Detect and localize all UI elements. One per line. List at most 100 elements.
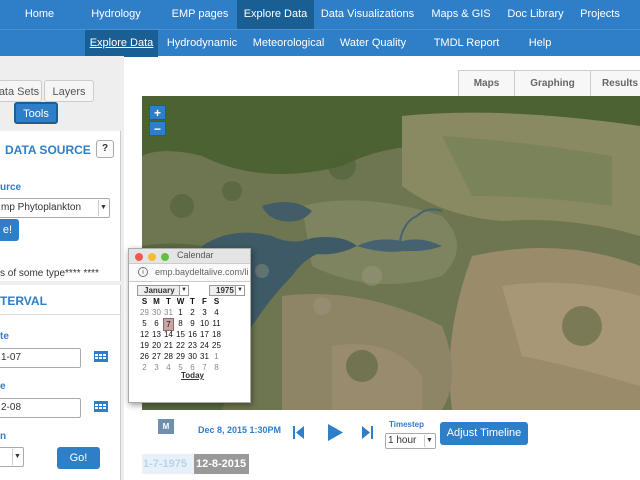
minimize-window-icon[interactable] bbox=[148, 253, 156, 261]
calendar-day[interactable]: 30 bbox=[187, 351, 198, 362]
end-date-input[interactable]: 2-08 bbox=[0, 398, 81, 418]
calendar-day[interactable]: 24 bbox=[199, 340, 210, 351]
nav-projects[interactable]: Projects bbox=[576, 0, 624, 29]
go-source-button[interactable]: e! bbox=[0, 219, 19, 241]
calendar-day[interactable]: 27 bbox=[151, 351, 162, 362]
calendar-day[interactable]: 5 bbox=[139, 318, 150, 329]
nav-emp-pages[interactable]: EMP pages bbox=[170, 0, 230, 29]
tab-layers[interactable]: Layers bbox=[44, 80, 94, 102]
year-select[interactable]: 1975 ▼ bbox=[209, 285, 245, 296]
zoom-out-button[interactable]: − bbox=[149, 121, 166, 136]
maximize-window-icon[interactable] bbox=[161, 253, 169, 261]
tab-data-sets[interactable]: ata Sets bbox=[0, 80, 42, 102]
calendar-day[interactable]: 17 bbox=[199, 329, 210, 340]
nav-explore-data[interactable]: Explore Data bbox=[237, 0, 314, 29]
calendar-day[interactable]: 9 bbox=[187, 318, 198, 329]
go-button[interactable]: Go! bbox=[57, 447, 100, 469]
calendar-day[interactable]: 6 bbox=[151, 318, 162, 329]
step-label: n bbox=[0, 431, 7, 442]
skip-back-icon[interactable] bbox=[293, 426, 305, 439]
sub-nav: Explore Data Hydrodynamic Meteorological… bbox=[0, 29, 640, 76]
calendar-day[interactable]: 12 bbox=[139, 329, 150, 340]
calendar-day[interactable]: 15 bbox=[175, 329, 186, 340]
close-window-icon[interactable] bbox=[135, 253, 143, 261]
calendar-day[interactable]: 31 bbox=[163, 307, 174, 318]
calendar-day[interactable]: 2 bbox=[139, 362, 150, 373]
top-nav: Home Hydrology Graphs EMP pages Explore … bbox=[0, 0, 640, 49]
tab-maps[interactable]: Maps bbox=[458, 70, 515, 97]
year-value: 1975 bbox=[216, 286, 234, 295]
today-link[interactable]: Today bbox=[181, 371, 204, 380]
subnav-water-quality[interactable]: Water Quality bbox=[339, 30, 407, 57]
calendar-day[interactable]: 20 bbox=[151, 340, 162, 351]
calendar-day[interactable]: 1 bbox=[175, 307, 186, 318]
nav-maps-gis[interactable]: Maps & GIS bbox=[428, 0, 494, 29]
calendar-day[interactable]: 28 bbox=[163, 351, 174, 362]
calendar-day[interactable]: 21 bbox=[163, 340, 174, 351]
calendar-day[interactable]: 8 bbox=[211, 362, 222, 373]
timeline-start-label: 1-7-1975 bbox=[142, 454, 194, 474]
calendar-day[interactable]: 31 bbox=[199, 351, 210, 362]
current-datetime: Dec 8, 2015 1:30PM bbox=[198, 425, 282, 435]
calendar-day[interactable]: 29 bbox=[139, 307, 150, 318]
subnav-meteorological[interactable]: Meteorological bbox=[252, 30, 325, 57]
calendar-icon[interactable] bbox=[94, 401, 108, 412]
weekday-header-row: SMTWTFS bbox=[142, 296, 252, 307]
tools-button[interactable]: Tools bbox=[14, 102, 58, 124]
calendar-day[interactable]: 11 bbox=[211, 318, 222, 329]
week-row: 26 27 28 29 30 31 1 bbox=[140, 351, 252, 362]
divider bbox=[0, 314, 121, 315]
month-select[interactable]: January ▼ bbox=[137, 285, 189, 296]
m-badge[interactable]: M bbox=[158, 419, 174, 434]
start-date-input[interactable]: 1-07 bbox=[0, 348, 81, 368]
chevron-down-icon: ▼ bbox=[179, 286, 188, 295]
timestep-value: 1 hour bbox=[388, 435, 417, 446]
calendar-day[interactable]: 1 bbox=[211, 351, 222, 362]
step-select[interactable]: ▼ bbox=[0, 447, 24, 467]
adjust-timeline-button[interactable]: Adjust Timeline bbox=[440, 422, 528, 445]
zoom-in-button[interactable]: + bbox=[149, 105, 166, 120]
calendar-day[interactable]: 3 bbox=[151, 362, 162, 373]
play-icon[interactable] bbox=[327, 424, 343, 441]
calendar-icon[interactable] bbox=[94, 351, 108, 362]
info-icon[interactable]: i bbox=[138, 267, 148, 277]
popup-url: emp.baydeltalive.com/livi bbox=[155, 267, 248, 277]
nav-hydrology-graphs[interactable]: Hydrology Graphs bbox=[72, 0, 160, 49]
calendar-day[interactable]: 23 bbox=[187, 340, 198, 351]
calendar-day[interactable]: 26 bbox=[139, 351, 150, 362]
tab-graphing[interactable]: Graphing bbox=[514, 70, 591, 97]
calendar-day[interactable]: 10 bbox=[199, 318, 210, 329]
calendar-day[interactable]: 25 bbox=[211, 340, 222, 351]
calendar-day[interactable]: 22 bbox=[175, 340, 186, 351]
calendar-day[interactable]: 13 bbox=[151, 329, 162, 340]
timestep-select[interactable]: 1 hour ▼ bbox=[385, 433, 436, 449]
calendar-day[interactable]: 30 bbox=[151, 307, 162, 318]
calendar-day[interactable]: 19 bbox=[139, 340, 150, 351]
source-select[interactable]: mp Phytoplankton ▼ bbox=[0, 198, 110, 218]
nav-data-visualizations[interactable]: Data Visualizations bbox=[320, 0, 415, 29]
subnav-explore-data[interactable]: Explore Data bbox=[85, 30, 158, 57]
subnav-help[interactable]: Help bbox=[525, 30, 555, 57]
tab-results[interactable]: Results bbox=[590, 70, 640, 97]
calendar-grid: S M T W T F S 29 30 31 1 2 3 4 5 6 7 8 9 10 11 12 13 14 15 16 17 18… bbox=[140, 296, 252, 373]
timestep-label: Timestep bbox=[389, 420, 424, 429]
start-date-label: te bbox=[0, 331, 9, 342]
calendar-day[interactable]: 4 bbox=[163, 362, 174, 373]
calendar-day[interactable]: 18 bbox=[211, 329, 222, 340]
subnav-hydrodynamic[interactable]: Hydrodynamic bbox=[166, 30, 238, 57]
skip-forward-icon[interactable] bbox=[361, 426, 373, 439]
calendar-day[interactable]: 8 bbox=[175, 318, 186, 329]
calendar-day[interactable]: 16 bbox=[187, 329, 198, 340]
calendar-day[interactable]: 14 bbox=[163, 329, 174, 340]
calendar-day[interactable]: 29 bbox=[175, 351, 186, 362]
calendar-day[interactable]: 3 bbox=[199, 307, 210, 318]
calendar-day[interactable]: 4 bbox=[211, 307, 222, 318]
weekday-label: S bbox=[141, 297, 148, 306]
help-button[interactable]: ? bbox=[96, 140, 114, 158]
subnav-tmdl-report-cards[interactable]: TMDL Report Cards bbox=[420, 30, 513, 76]
calendar-day[interactable]: 2 bbox=[187, 307, 198, 318]
nav-home[interactable]: Home bbox=[17, 0, 62, 29]
weekday-label: F bbox=[202, 297, 207, 306]
weekday-label: S bbox=[213, 297, 220, 306]
nav-doc-library[interactable]: Doc Library bbox=[504, 0, 567, 29]
